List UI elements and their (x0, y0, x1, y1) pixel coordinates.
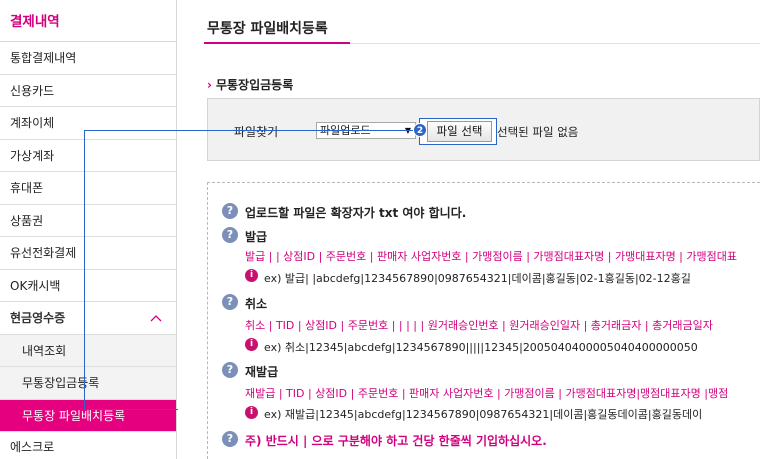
help-icon: ? (222, 227, 238, 243)
sidebar-item-virtual-account[interactable]: 가상계좌 (0, 139, 176, 172)
issue-example: ex) 발급| |abcdefg|1234567890|0987654321|데… (264, 272, 691, 285)
title-divider (350, 43, 760, 44)
sidebar-item-label: 현금영수증 (10, 311, 66, 325)
sidebar-title: 결제내역 (0, 0, 176, 42)
reissue-example: ex) 재발급|12345|abcdefg|1234567890|0987654… (264, 408, 703, 421)
file-find-label: 파일찾기 (234, 125, 279, 139)
reissue-heading: 재발급 (245, 365, 279, 379)
help-icon: ? (222, 362, 238, 378)
sidebar-subitem-file-batch-register[interactable]: 무통장 파일배치등록 (0, 399, 176, 432)
help-icon: ? (222, 431, 238, 447)
sidebar-item-escrow[interactable]: 에스크로 (0, 432, 176, 459)
chevron-up-icon (150, 302, 162, 334)
reissue-fields: 재발급 | TID | 상점ID | 주문번호 | 판매자 사업자번호 | 가맹… (245, 387, 729, 400)
issue-fields: 발급 | | 상점ID | 주문번호 | 판매자 사업자번호 | 가맹점이름 |… (245, 250, 737, 263)
cancel-heading: 취소 (245, 297, 268, 311)
sidebar-item-gift-card[interactable]: 상품권 (0, 204, 176, 237)
cancel-fields: 취소 | TID | 상점ID | 주문번호 | | | | | 원거래승인번호… (245, 319, 713, 332)
connector-line (84, 130, 420, 131)
sidebar-item-integrated-payments[interactable]: 통합결제내역 (0, 42, 176, 75)
page-title: 무통장 파일배치등록 (207, 21, 328, 37)
separator-warning: 주) 반드시 | 으로 구분해야 하고 건당 한줄씩 기입하십시오. (245, 434, 547, 448)
section-title-label: 무통장입금등록 (215, 78, 294, 92)
info-icon: i (245, 269, 258, 282)
issue-heading: 발급 (245, 230, 268, 244)
sidebar-item-credit-card[interactable]: 신용카드 (0, 74, 176, 107)
sidebar-item-wired-phone[interactable]: 유선전화결제 (0, 237, 176, 270)
title-underline (204, 42, 350, 44)
sidebar-subitem-deposit-register[interactable]: 무통장입금등록 (0, 367, 176, 400)
connector-line (84, 130, 85, 410)
sidebar: 결제내역 통합결제내역 신용카드 계좌이체 가상계좌 휴대폰 상품권 유선전화결… (0, 0, 177, 459)
sidebar-item-account-transfer[interactable]: 계좌이체 (0, 107, 176, 140)
file-select-button[interactable]: 파일 선택 (427, 121, 492, 142)
sidebar-item-ok-cashbag[interactable]: OK캐시백 (0, 269, 176, 302)
file-status-text: 선택된 파일 없음 (497, 125, 579, 139)
info-icon: i (245, 338, 258, 351)
step-badge: 2 (413, 123, 427, 137)
section-title: › 무통장입금등록 (207, 76, 293, 93)
connector-line (84, 409, 178, 410)
cancel-example: ex) 취소|12345|abcdefg|1234567890|||||1234… (264, 341, 698, 354)
sidebar-item-cash-receipt[interactable]: 현금영수증 (0, 302, 176, 335)
txt-notice: 업로드할 파일은 확장자가 txt 여야 합니다. (245, 206, 467, 220)
sidebar-item-mobile-phone[interactable]: 휴대폰 (0, 172, 176, 205)
sidebar-subitem-history[interactable]: 내역조회 (0, 334, 176, 367)
help-icon: ? (222, 294, 238, 310)
info-icon: i (245, 406, 258, 419)
chevron-right-icon: › (207, 78, 212, 92)
help-icon: ? (222, 203, 238, 219)
